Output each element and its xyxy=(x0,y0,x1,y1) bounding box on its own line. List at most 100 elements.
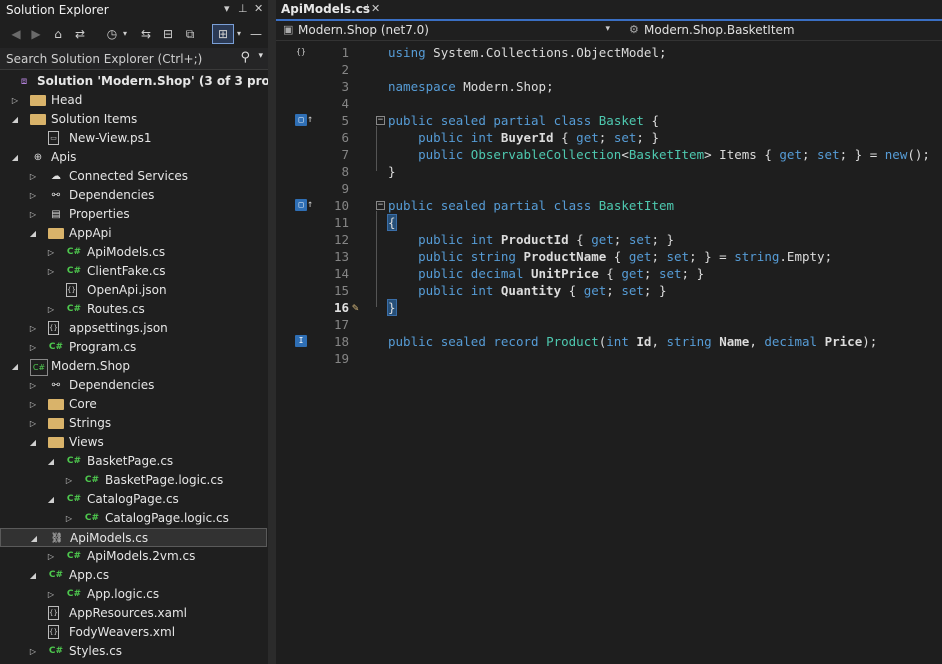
collapsed-arrow-icon[interactable]: ▷ xyxy=(46,262,56,281)
code-line[interactable]: {} 1 using System.Collections.ObjectModel; xyxy=(276,44,942,61)
code-lens-icon[interactable]: {} xyxy=(295,46,307,58)
collapsed-arrow-icon[interactable]: ▷ xyxy=(28,167,38,186)
tree-item[interactable]: ▷ ⚯ Dependencies xyxy=(0,186,268,205)
tree-item[interactable]: ◢ ⊕ Apis xyxy=(0,148,268,167)
member-dropdown[interactable]: ⚙ Modern.Shop.BasketItem xyxy=(626,21,942,40)
back-icon[interactable]: ◀ xyxy=(6,24,26,44)
tree-item[interactable]: ▭ New-View.ps1 xyxy=(0,129,268,148)
expanded-arrow-icon[interactable]: ◢ xyxy=(10,357,20,376)
expanded-arrow-icon[interactable]: ◢ xyxy=(10,110,20,129)
preview-selected-items-icon[interactable]: ⊞ xyxy=(212,24,234,44)
search-icon[interactable]: ⚲ xyxy=(240,50,250,65)
sync-with-document-icon[interactable]: ⇆ xyxy=(136,24,156,44)
show-all-files-icon[interactable]: ⧉ xyxy=(180,24,200,44)
pin-icon[interactable]: ⊥ xyxy=(238,2,248,15)
collapsed-arrow-icon[interactable]: ▷ xyxy=(28,205,38,224)
solution-explorer-search[interactable]: Search Solution Explorer (Ctrl+;) ⚲ ▾ xyxy=(0,48,268,70)
collapse-all-icon[interactable]: ⊟ xyxy=(158,24,178,44)
preview-dropdown-icon[interactable]: ▾ xyxy=(234,24,244,44)
quick-actions-brush-icon[interactable]: ✎ xyxy=(352,299,359,316)
inheritance-margin-icon[interactable]: I xyxy=(295,335,307,347)
close-tab-icon[interactable]: ✕ xyxy=(371,2,380,15)
folder-icon xyxy=(48,418,64,429)
tree-item[interactable]: {} FodyWeavers.xml xyxy=(0,623,268,642)
tree-item[interactable]: ◢ C# BasketPage.cs xyxy=(0,452,268,471)
tree-item[interactable]: ◢ AppApi xyxy=(0,224,268,243)
tree-item[interactable]: ◢ C# CatalogPage.cs xyxy=(0,490,268,509)
tree-item[interactable]: {} AppResources.xaml xyxy=(0,604,268,623)
collapsed-arrow-icon[interactable]: ▷ xyxy=(10,91,20,110)
tree-item[interactable]: ◢ ⛓ ApiModels.cs xyxy=(0,528,267,547)
collapsed-arrow-icon[interactable]: ▷ xyxy=(28,319,38,338)
tree-item[interactable]: ▷ {} appsettings.json xyxy=(0,319,268,338)
tree-item[interactable]: ▷ ▤ Properties xyxy=(0,205,268,224)
panel-splitter[interactable] xyxy=(268,0,276,664)
collapsed-arrow-icon[interactable]: ▷ xyxy=(46,585,56,604)
tree-item[interactable]: ◢ C# App.cs xyxy=(0,566,268,585)
expanded-arrow-icon[interactable]: ◢ xyxy=(28,433,38,452)
tree-item[interactable]: ▷ C# ClientFake.cs xyxy=(0,262,268,281)
properties-wrench-icon[interactable]: — xyxy=(246,24,266,44)
code-line[interactable]: 3 namespace Modern.Shop; xyxy=(276,78,942,95)
csharp-file-icon: C# xyxy=(48,342,64,352)
code-line[interactable]: 2 xyxy=(276,61,942,78)
code-line[interactable]: 4 xyxy=(276,95,942,112)
expanded-arrow-icon[interactable]: ◢ xyxy=(46,490,56,509)
collapsed-arrow-icon[interactable]: ▷ xyxy=(46,547,56,566)
collapse-region-icon[interactable]: − xyxy=(376,201,385,210)
tree-item[interactable]: ▷ Strings xyxy=(0,414,268,433)
pin-tab-icon[interactable]: ⊣ xyxy=(360,3,369,14)
tree-item[interactable]: ▷ C# Routes.cs xyxy=(0,300,268,319)
forward-icon[interactable]: ▶ xyxy=(26,24,46,44)
tab-apimodels[interactable]: ApiModels.cs ⊣ ✕ xyxy=(276,0,380,19)
expanded-arrow-icon[interactable]: ◢ xyxy=(10,148,20,167)
collapsed-arrow-icon[interactable]: ▷ xyxy=(28,395,38,414)
tree-item[interactable]: ▷ Head xyxy=(0,91,268,110)
tree-item[interactable]: ⧈ Solution 'Modern.Shop' (3 of 3 projects… xyxy=(0,72,308,91)
tree-item[interactable]: ▷ C# ApiModels.2vm.cs xyxy=(0,547,268,566)
tree-item[interactable]: ◢ Solution Items xyxy=(0,110,268,129)
collapse-region-icon[interactable]: − xyxy=(376,116,385,125)
code-area[interactable]: {} 1 using System.Collections.ObjectModel;… xyxy=(276,41,942,664)
pending-changes-filter-icon[interactable]: ◷ xyxy=(102,24,122,44)
tree-item[interactable]: ▷ C# CatalogPage.logic.cs xyxy=(0,509,268,528)
tree-item[interactable]: ▷ ⚯ Dependencies xyxy=(0,376,268,395)
tree-item[interactable]: ◢ Views xyxy=(0,433,268,452)
collapsed-arrow-icon[interactable]: ▷ xyxy=(46,300,56,319)
tree-item[interactable]: ◢ C# Modern.Shop xyxy=(0,357,268,376)
tree-item[interactable]: {} OpenApi.json xyxy=(0,281,268,300)
collapsed-arrow-icon[interactable]: ▷ xyxy=(28,338,38,357)
tree-item[interactable]: ▷ C# Styles.cs xyxy=(0,642,268,661)
tree-item[interactable]: ▷ C# ApiModels.cs xyxy=(0,243,268,262)
collapsed-arrow-icon[interactable]: ▷ xyxy=(46,243,56,262)
tree-item[interactable]: ▷ ☁ Connected Services xyxy=(0,167,268,186)
search-options-dropdown-icon[interactable]: ▾ xyxy=(258,51,263,61)
implemented-by-margin-icon[interactable]: □ xyxy=(295,199,313,211)
search-input[interactable]: Search Solution Explorer (Ctrl+;) xyxy=(6,52,202,66)
project-dropdown[interactable]: ▣ Modern.Shop (net7.0) ▾ xyxy=(280,21,620,40)
collapsed-arrow-icon[interactable]: ▷ xyxy=(28,186,38,205)
code-line[interactable]: 9 xyxy=(276,180,942,197)
code-line[interactable]: 19 xyxy=(276,350,942,367)
home-icon[interactable]: ⌂ xyxy=(48,24,68,44)
collapsed-arrow-icon[interactable]: ▷ xyxy=(64,471,74,490)
collapsed-arrow-icon[interactable]: ▷ xyxy=(64,509,74,528)
tree-item[interactable]: ▷ Core xyxy=(0,395,268,414)
window-position-dropdown-icon[interactable]: ▾ xyxy=(224,2,230,15)
expanded-arrow-icon[interactable]: ◢ xyxy=(28,566,38,585)
implemented-by-margin-icon[interactable]: □ xyxy=(295,114,313,126)
collapsed-arrow-icon[interactable]: ▷ xyxy=(28,376,38,395)
expanded-arrow-icon[interactable]: ◢ xyxy=(29,529,39,548)
filter-dropdown-icon[interactable]: ▾ xyxy=(120,24,130,44)
tree-item[interactable]: ▷ C# BasketPage.logic.cs xyxy=(0,471,268,490)
expanded-arrow-icon[interactable]: ◢ xyxy=(28,224,38,243)
collapsed-arrow-icon[interactable]: ▷ xyxy=(28,414,38,433)
switch-views-icon[interactable]: ⇄ xyxy=(70,24,90,44)
collapsed-arrow-icon[interactable]: ▷ xyxy=(28,642,38,661)
code-line[interactable]: 17 xyxy=(276,316,942,333)
tree-item[interactable]: ▷ C# App.logic.cs xyxy=(0,585,268,604)
expanded-arrow-icon[interactable]: ◢ xyxy=(46,452,56,471)
close-icon[interactable]: ✕ xyxy=(254,2,263,15)
code-line[interactable]: I 18 public sealed record Product(int Id, … xyxy=(276,333,942,350)
tree-item[interactable]: ▷ C# Program.cs xyxy=(0,338,268,357)
